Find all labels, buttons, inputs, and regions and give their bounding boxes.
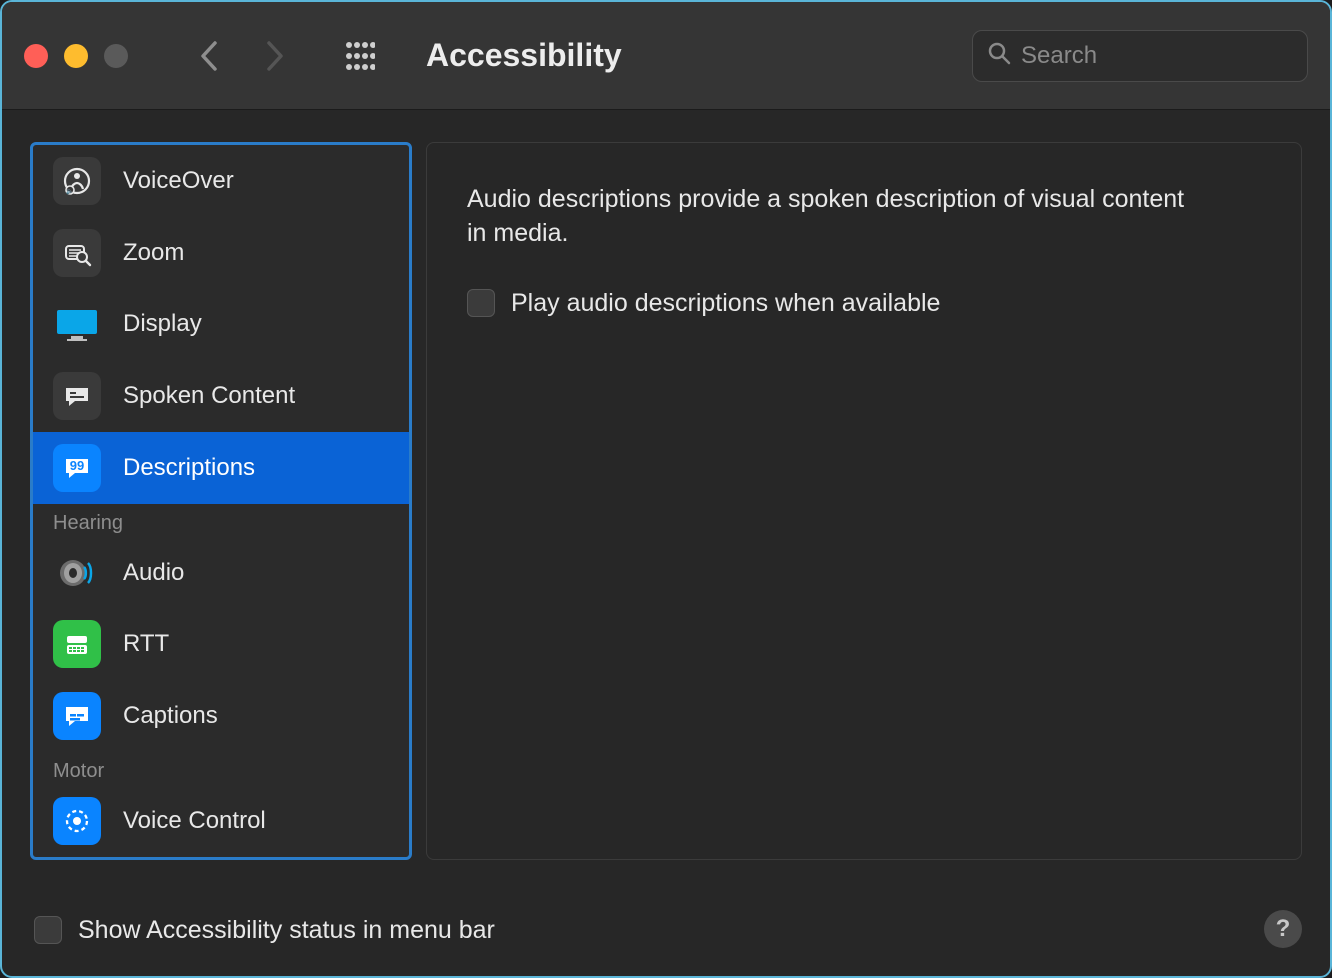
sidebar[interactable]: 🔈 VoiceOver Zoom Display [30,142,412,860]
sidebar-item-audio[interactable]: Audio [33,537,409,609]
titlebar: Accessibility [2,2,1330,110]
search-field[interactable] [972,30,1308,82]
show-status-label: Show Accessibility status in menu bar [78,916,495,945]
sidebar-item-label: VoiceOver [123,167,234,195]
show-status-checkbox[interactable] [34,916,62,944]
sidebar-item-label: Audio [123,559,184,587]
sidebar-item-spoken-content[interactable]: Spoken Content [33,360,409,432]
voiceover-icon: 🔈 [53,157,101,205]
play-audio-descriptions-label: Play audio descriptions when available [511,289,940,318]
preferences-window: Accessibility 🔈 VoiceOver Zoom [0,0,1332,978]
sidebar-item-label: Zoom [123,239,184,267]
descriptions-icon: 99 [53,444,101,492]
sidebar-item-voiceover[interactable]: 🔈 VoiceOver [33,145,409,217]
svg-text:99: 99 [70,458,84,473]
nav-arrows [196,43,288,69]
back-button[interactable] [196,43,222,69]
sidebar-item-label: Display [123,310,202,338]
sidebar-item-label: Captions [123,702,218,730]
sidebar-item-captions[interactable]: Captions [33,680,409,752]
footer: Show Accessibility status in menu bar ? [2,884,1330,976]
sidebar-item-label: Descriptions [123,454,255,482]
display-icon [53,300,101,348]
spoken-content-icon [53,372,101,420]
sidebar-item-label: Spoken Content [123,382,295,410]
description-text: Audio descriptions provide a spoken desc… [467,183,1187,251]
minimize-window-button[interactable] [64,44,88,68]
zoom-window-button[interactable] [104,44,128,68]
play-audio-descriptions-row[interactable]: Play audio descriptions when available [467,289,1261,318]
sidebar-section-motor: Motor [33,752,409,785]
sidebar-item-display[interactable]: Display [33,288,409,360]
window-body: 🔈 VoiceOver Zoom Display [2,110,1330,884]
sidebar-section-hearing: Hearing [33,504,409,537]
sidebar-item-zoom[interactable]: Zoom [33,217,409,289]
sidebar-item-rtt[interactable]: RTT [33,609,409,681]
window-controls [24,44,128,68]
play-audio-descriptions-checkbox[interactable] [467,289,495,317]
help-button[interactable]: ? [1264,910,1302,948]
sidebar-item-label: RTT [123,630,169,658]
search-input[interactable] [1021,42,1331,70]
sidebar-item-voice-control[interactable]: Voice Control [33,785,409,857]
voice-control-icon [53,797,101,845]
show-status-row[interactable]: Show Accessibility status in menu bar [34,916,495,945]
forward-button[interactable] [262,43,288,69]
svg-text:🔈: 🔈 [66,188,73,195]
rtt-icon [53,620,101,668]
captions-icon [53,692,101,740]
close-window-button[interactable] [24,44,48,68]
show-all-button[interactable] [342,38,378,74]
zoom-icon [53,229,101,277]
sidebar-item-descriptions[interactable]: 99 Descriptions [33,432,409,504]
sidebar-item-label: Voice Control [123,807,266,835]
content-pane: Audio descriptions provide a spoken desc… [426,142,1302,860]
window-title: Accessibility [426,37,622,74]
search-icon [987,41,1011,70]
help-icon: ? [1276,915,1291,943]
audio-icon [53,549,101,597]
